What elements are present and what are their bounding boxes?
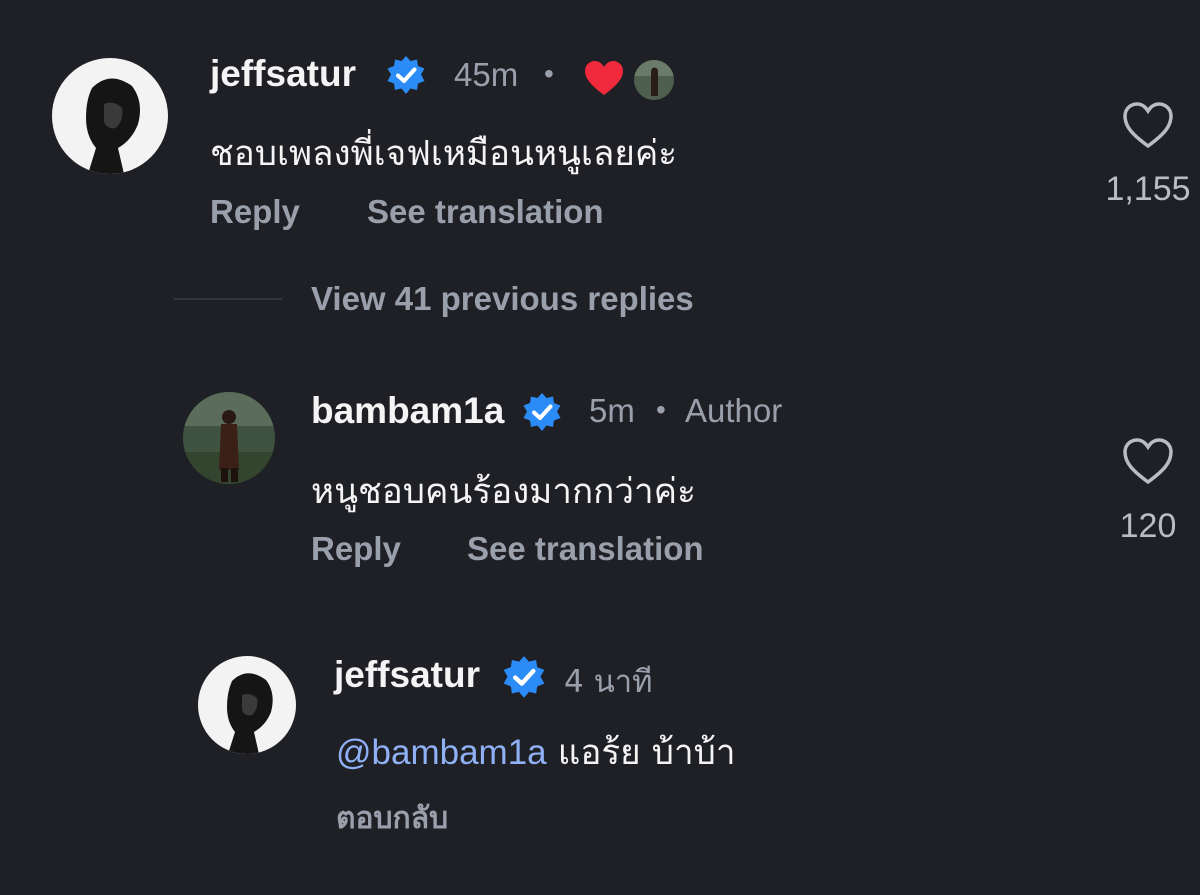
reply-button[interactable]: Reply (210, 193, 300, 231)
see-translation-button[interactable]: See translation (367, 193, 604, 231)
comment-time: 45m (454, 56, 519, 93)
comment-text: ชอบเพลงพี่เจฟเหมือนหนูเลยค่ะ (210, 134, 678, 174)
author-liked-avatar (634, 60, 674, 100)
comment-username[interactable]: jeffsatur (334, 654, 480, 696)
reply-button[interactable]: ตอบกลับ (336, 795, 448, 842)
view-previous-replies-button[interactable]: View 41 previous replies (311, 280, 694, 318)
comment-text: @bambam1a แอร้ย บ้าบ้า (336, 725, 736, 780)
comment-username[interactable]: bambam1a (311, 390, 504, 432)
avatar-jeffsatur[interactable] (52, 58, 168, 174)
mention-link[interactable]: @bambam1a (336, 733, 547, 772)
like-count: 120 (1119, 507, 1177, 545)
see-translation-button[interactable]: See translation (467, 530, 704, 568)
replies-divider (174, 298, 282, 300)
avatar-bambam1a[interactable] (183, 392, 275, 484)
like-count: 1,155 (1105, 170, 1191, 208)
comment-time: 4 นาที (564, 664, 653, 700)
comment-time: 5m (589, 392, 635, 429)
verified-badge-icon (522, 392, 562, 432)
meta-separator: • (656, 394, 666, 425)
comment-text: หนูชอบคนร้องมากกว่าค่ะ (311, 472, 696, 512)
comment-text-body: แอร้ย บ้าบ้า (557, 733, 736, 773)
comment-username[interactable]: jeffsatur (210, 53, 356, 95)
like-heart-icon[interactable] (1121, 100, 1175, 150)
reply-button[interactable]: Reply (311, 530, 401, 568)
author-badge: Author (685, 392, 783, 429)
verified-badge-icon (386, 55, 426, 95)
meta-separator: • (544, 58, 554, 89)
heart-reaction-icon (583, 59, 625, 97)
avatar-jeffsatur[interactable] (198, 656, 296, 754)
verified-badge-icon (502, 655, 546, 699)
like-heart-icon[interactable] (1121, 436, 1175, 486)
